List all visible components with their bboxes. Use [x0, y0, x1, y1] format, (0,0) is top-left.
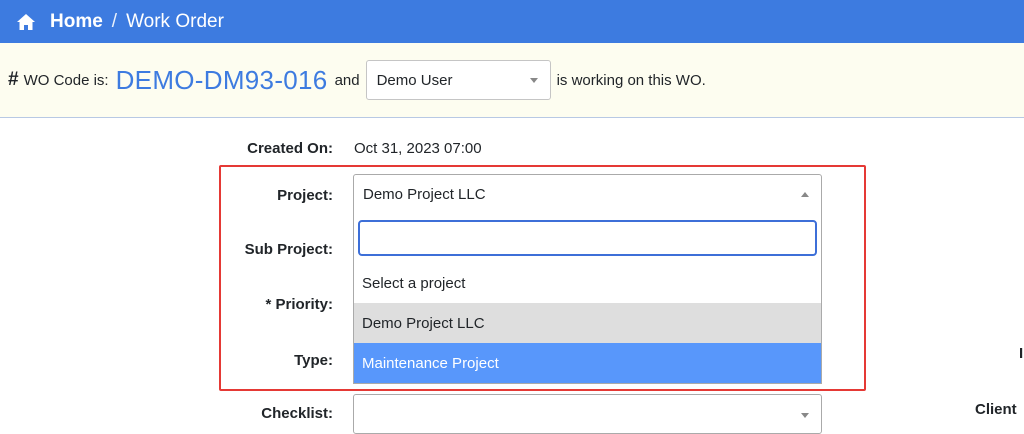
type-label: Type:: [294, 352, 333, 369]
breadcrumb-current: Work Order: [126, 10, 224, 32]
project-option-demo[interactable]: Demo Project LLC: [354, 303, 821, 343]
chevron-up-icon: [801, 192, 809, 197]
project-select[interactable]: Demo Project LLC: [353, 174, 822, 215]
wo-working-suffix: is working on this WO.: [556, 71, 706, 89]
project-label: Project:: [277, 187, 333, 204]
assigned-user-select[interactable]: Demo User: [365, 60, 551, 100]
created-on-value: Oct 31, 2023 07:00: [354, 140, 482, 157]
breadcrumb-bar: Home / Work Order: [0, 0, 1024, 43]
project-select-value: Demo Project LLC: [363, 186, 486, 203]
project-search-input[interactable]: [358, 220, 817, 256]
created-on-label: Created On:: [247, 140, 333, 157]
hash-icon: #: [8, 69, 19, 90]
client-label: Client: [975, 401, 1017, 418]
breadcrumb-separator: /: [111, 10, 118, 32]
checklist-select[interactable]: [353, 394, 822, 434]
wo-code: DEMO-DM93-016: [115, 64, 328, 95]
project-option-maintenance[interactable]: Maintenance Project: [354, 343, 821, 383]
priority-label: * Priority:: [265, 296, 333, 313]
dropdown-search-wrap: [354, 214, 821, 263]
project-dropdown: Select a project Demo Project LLC Mainte…: [353, 214, 822, 384]
assigned-user-value: Demo User: [376, 71, 453, 89]
chevron-down-icon: [529, 78, 538, 83]
project-option-select[interactable]: Select a project: [354, 263, 821, 303]
breadcrumb-home-link[interactable]: Home: [50, 11, 103, 33]
checklist-label: Checklist:: [261, 405, 333, 422]
wo-info-bar: # WO Code is: DEMO-DM93-016 and Demo Use…: [0, 43, 1024, 118]
wo-code-and: and: [334, 71, 360, 89]
sub-project-label: Sub Project:: [244, 241, 333, 258]
wo-code-prefix: WO Code is:: [23, 71, 109, 89]
right-field-label: I: [1019, 345, 1024, 362]
chevron-down-icon: [801, 413, 809, 418]
home-icon[interactable]: [16, 13, 36, 31]
